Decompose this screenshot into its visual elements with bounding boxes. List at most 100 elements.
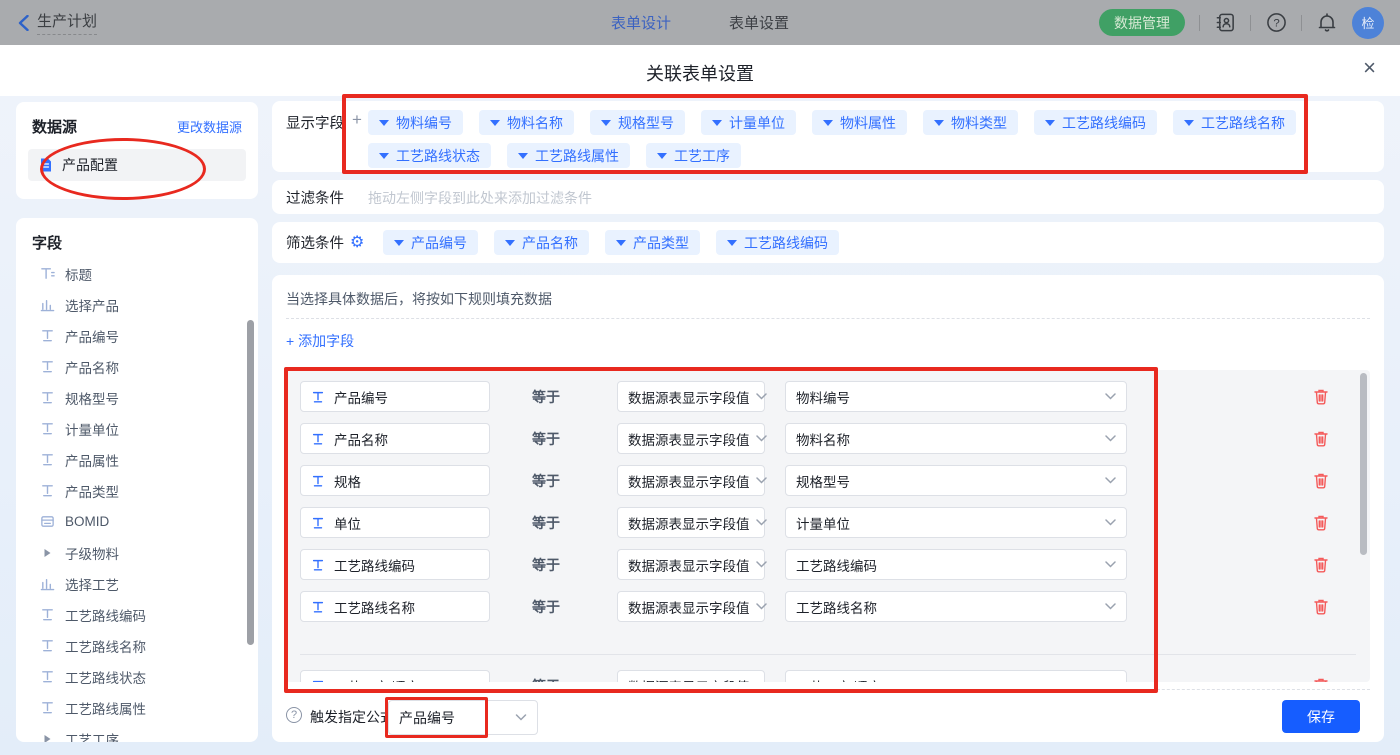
field-list-item[interactable]: 工艺路线编码 — [16, 599, 258, 630]
field-list-item[interactable]: 计量单位 — [16, 413, 258, 444]
target-field-label: 规格 — [334, 471, 361, 491]
screen-condition-tag[interactable]: 产品名称 — [494, 230, 589, 255]
field-list-item[interactable]: 标题 — [16, 258, 258, 289]
target-field-input[interactable]: 工艺路线名称 — [300, 591, 490, 622]
delete-row-button[interactable] — [1313, 388, 1329, 405]
field-list-item[interactable]: 产品属性 — [16, 444, 258, 475]
target-field-input[interactable]: 单位 — [300, 507, 490, 538]
delete-row-button[interactable] — [1313, 556, 1329, 573]
target-field-label: 工艺路线编码 — [334, 555, 415, 575]
source-type-select[interactable]: 数据源表显示字段值 — [617, 507, 765, 538]
source-type-select[interactable]: 数据源表显示字段值 — [617, 465, 765, 496]
datasource-item[interactable]: 产品配置 — [28, 149, 246, 181]
divider — [286, 318, 1370, 319]
target-field-input[interactable]: 规格 — [300, 465, 490, 496]
source-field-select[interactable]: 计量单位 — [785, 507, 1127, 538]
source-field-select[interactable]: 物料名称 — [785, 423, 1127, 454]
display-field-tag[interactable]: 工艺路线属性 — [507, 143, 630, 168]
document-icon — [38, 157, 54, 173]
field-list-item[interactable]: 选择产品 — [16, 289, 258, 320]
trash-icon — [1313, 472, 1329, 489]
field-type-icon — [40, 297, 55, 312]
add-display-field-button[interactable]: + — [352, 110, 362, 130]
divider — [1301, 15, 1302, 31]
field-type-icon — [40, 731, 55, 742]
field-list-item-label: 选择工艺 — [65, 574, 119, 594]
source-type-select[interactable]: 数据源表显示字段值 — [617, 670, 765, 682]
field-list-item[interactable]: 规格型号 — [16, 382, 258, 413]
display-field-tag[interactable]: 物料属性 — [812, 110, 907, 135]
screen-condition-tag[interactable]: 产品类型 — [605, 230, 700, 255]
display-field-tag[interactable]: 规格型号 — [590, 110, 685, 135]
field-list-item[interactable]: 工艺路线属性 — [16, 692, 258, 723]
source-field-select[interactable]: 工艺路线编码 — [785, 549, 1127, 580]
field-list-item[interactable]: 工艺工序 — [16, 723, 258, 742]
mapping-row: 产品名称 等于 数据源表显示字段值 物料名称 — [300, 423, 1356, 454]
field-list-item[interactable]: 产品类型 — [16, 475, 258, 506]
screen-condition-tags: 产品编号 产品名称 产品类型 工艺路线编码 — [383, 230, 1343, 263]
delete-row-button[interactable] — [1313, 514, 1329, 531]
field-list-item[interactable]: BOMID — [16, 506, 258, 537]
help-icon[interactable]: ? — [1265, 12, 1287, 34]
target-field-input[interactable]: 工艺工序.顺序 — [300, 670, 490, 682]
field-list-item[interactable]: 工艺路线状态 — [16, 661, 258, 692]
display-field-tag[interactable]: 工艺路线编码 — [1034, 110, 1157, 135]
add-field-button[interactable]: + 添加字段 — [286, 331, 354, 351]
topbar-tab[interactable]: 表单设计 — [611, 12, 671, 33]
tag-dropdown-icon — [490, 120, 500, 126]
field-list-item[interactable]: 产品编号 — [16, 320, 258, 351]
operator-label: 等于 — [532, 471, 562, 491]
user-avatar[interactable]: 检 — [1352, 7, 1384, 39]
trigger-field-value: 产品编号 — [399, 708, 455, 728]
tag-label: 物料编号 — [396, 113, 452, 133]
field-list-item[interactable]: 选择工艺 — [16, 568, 258, 599]
source-field-select[interactable]: 工艺工序.顺序 — [785, 670, 1127, 682]
delete-row-button[interactable] — [1313, 677, 1329, 682]
screen-condition-tag[interactable]: 工艺路线编码 — [716, 230, 839, 255]
tag-dropdown-icon — [712, 120, 722, 126]
filter-drop-placeholder[interactable]: 拖动左侧字段到此处来添加过滤条件 — [368, 188, 592, 208]
source-field-select[interactable]: 物料编号 — [785, 381, 1127, 412]
trash-icon — [1313, 514, 1329, 531]
display-field-tag[interactable]: 物料类型 — [923, 110, 1018, 135]
field-type-icon — [40, 266, 55, 281]
field-type-icon — [40, 576, 55, 591]
source-type-select[interactable]: 数据源表显示字段值 — [617, 423, 765, 454]
display-field-tag[interactable]: 工艺路线名称 — [1173, 110, 1296, 135]
display-field-tag[interactable]: 工艺路线状态 — [368, 143, 491, 168]
delete-row-button[interactable] — [1313, 472, 1329, 489]
tag-label: 物料名称 — [507, 113, 563, 133]
field-list-item[interactable]: 工艺路线名称 — [16, 630, 258, 661]
source-type-select[interactable]: 数据源表显示字段值 — [617, 381, 765, 412]
target-field-input[interactable]: 产品名称 — [300, 423, 490, 454]
notifications-bell-icon[interactable] — [1316, 12, 1338, 34]
change-datasource-link[interactable]: 更改数据源 — [177, 117, 242, 136]
source-type-select[interactable]: 数据源表显示字段值 — [617, 549, 765, 580]
source-field-select[interactable]: 规格型号 — [785, 465, 1127, 496]
field-list-item[interactable]: 产品名称 — [16, 351, 258, 382]
display-field-tag[interactable]: 物料编号 — [368, 110, 463, 135]
delete-row-button[interactable] — [1313, 430, 1329, 447]
display-field-tag[interactable]: 计量单位 — [701, 110, 796, 135]
fields-scrollbar[interactable] — [247, 320, 254, 645]
address-book-icon[interactable] — [1214, 12, 1236, 34]
help-circle-icon[interactable]: ? — [286, 707, 302, 723]
close-icon[interactable]: × — [1363, 57, 1376, 79]
display-field-tag[interactable]: 工艺工序 — [646, 143, 741, 168]
tag-label: 工艺路线编码 — [1062, 113, 1146, 133]
field-list-item[interactable]: 子级物料 — [16, 537, 258, 568]
save-button[interactable]: 保存 — [1282, 700, 1360, 733]
trigger-field-select[interactable]: 产品编号 — [388, 700, 538, 735]
mapping-scrollbar[interactable] — [1360, 373, 1367, 555]
gear-icon[interactable]: ⚙ — [350, 235, 364, 251]
display-field-tag[interactable]: 物料名称 — [479, 110, 574, 135]
data-manage-button[interactable]: 数据管理 — [1099, 9, 1185, 36]
tag-dropdown-icon — [518, 153, 528, 159]
target-field-input[interactable]: 工艺路线编码 — [300, 549, 490, 580]
source-type-select[interactable]: 数据源表显示字段值 — [617, 591, 765, 622]
topbar-tab[interactable]: 表单设置 — [729, 12, 789, 33]
delete-row-button[interactable] — [1313, 598, 1329, 615]
target-field-input[interactable]: 产品编号 — [300, 381, 490, 412]
screen-condition-tag[interactable]: 产品编号 — [383, 230, 478, 255]
source-field-select[interactable]: 工艺路线名称 — [785, 591, 1127, 622]
